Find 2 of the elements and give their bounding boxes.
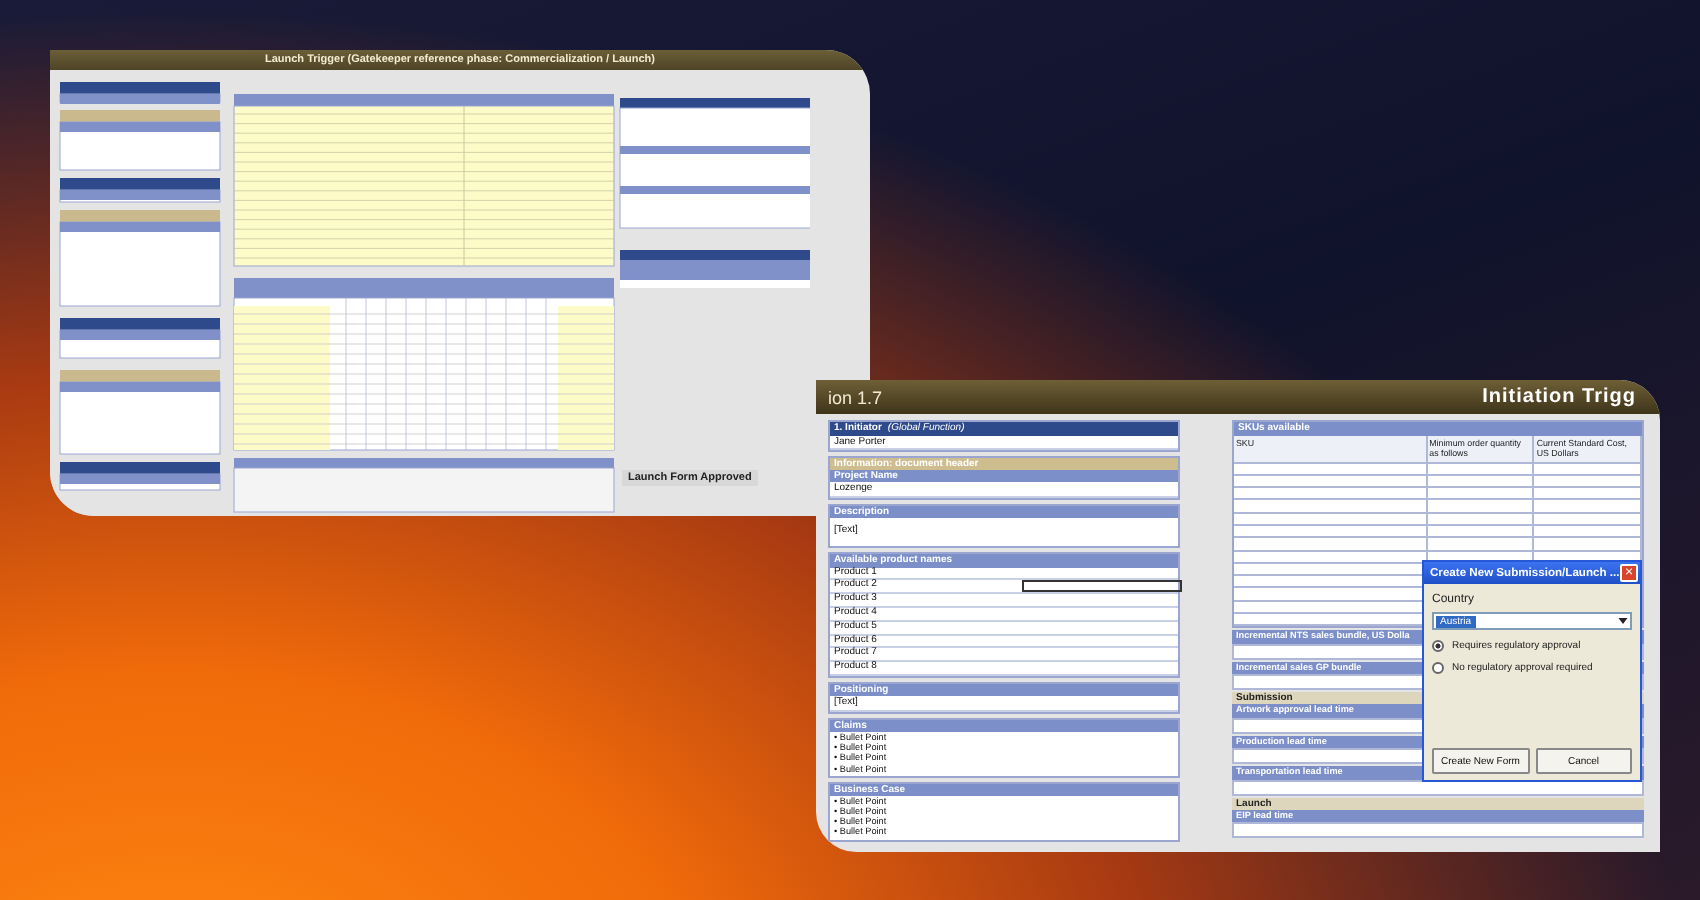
window-title: Initiation Trigg	[1482, 386, 1636, 408]
version-label: ion 1.7	[828, 387, 883, 407]
